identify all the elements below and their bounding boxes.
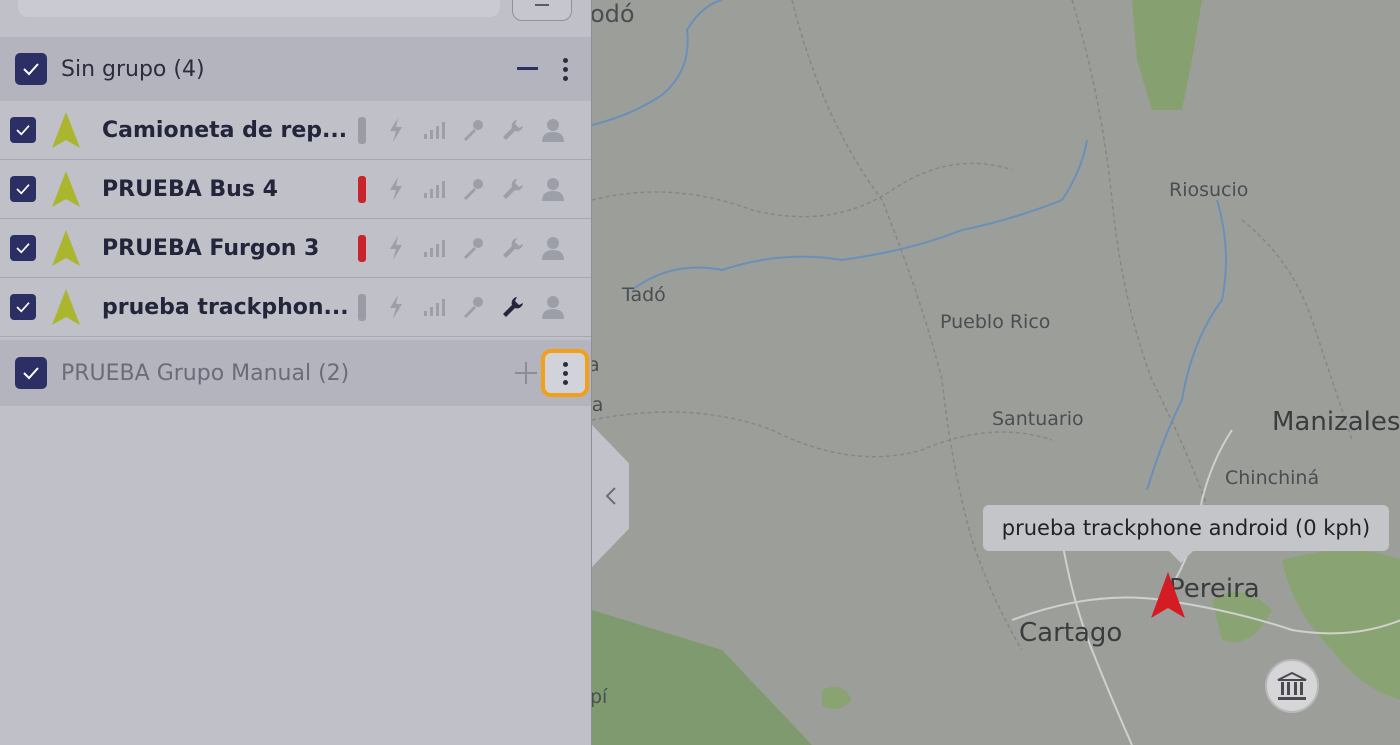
vehicle-arrow-icon xyxy=(52,112,80,148)
group-title: PRUEBA Grupo Manual (2) xyxy=(61,360,350,386)
device-name: prueba trackphon... xyxy=(102,294,349,320)
device-row[interactable]: PRUEBA Furgon 3 xyxy=(0,219,591,278)
collapse-group-button[interactable] xyxy=(517,67,538,70)
group-header-prueba-grupo-manual[interactable]: PRUEBA Grupo Manual (2) xyxy=(0,340,591,406)
device-row[interactable]: prueba trackphon... xyxy=(0,278,591,337)
ignition-key-icon xyxy=(458,174,488,204)
place-label: Pueblo Rico xyxy=(940,311,1051,333)
driver-icon xyxy=(538,292,568,322)
signal-icon xyxy=(420,233,450,263)
device-checkbox[interactable] xyxy=(10,235,36,261)
ignition-key-icon xyxy=(458,292,488,322)
wrench-icon xyxy=(498,233,528,263)
power-icon xyxy=(381,174,411,204)
add-icon xyxy=(535,4,549,6)
place-label: Chinchiná xyxy=(1225,467,1320,489)
place-label: pí xyxy=(591,686,608,708)
check-icon xyxy=(16,184,30,195)
power-icon xyxy=(381,292,411,322)
expand-group-button[interactable] xyxy=(515,362,537,384)
group-title: Sin grupo (4) xyxy=(61,56,205,82)
ignition-key-icon xyxy=(458,115,488,145)
place-label: odó xyxy=(591,0,635,28)
wrench-icon-active xyxy=(498,292,528,322)
group-menu-button[interactable] xyxy=(554,54,576,84)
device-sidebar: Sin grupo (4) Camioneta de rep... PRUEBA… xyxy=(0,0,591,745)
device-row[interactable]: PRUEBA Bus 4 xyxy=(0,160,591,219)
map-view[interactable]: odó Riosucio Tadó Pueblo Rico a ra Santu… xyxy=(591,0,1400,745)
check-icon xyxy=(23,63,39,76)
device-row[interactable]: Camioneta de rep... xyxy=(0,101,591,160)
group-checkbox[interactable] xyxy=(15,53,47,85)
ignition-key-icon xyxy=(458,233,488,263)
wrench-icon xyxy=(498,174,528,204)
device-name: PRUEBA Furgon 3 xyxy=(102,235,320,261)
place-label: Santuario xyxy=(992,408,1084,430)
place-label: Cartago xyxy=(1019,618,1123,648)
status-bar xyxy=(358,176,366,203)
signal-icon xyxy=(420,292,450,322)
add-button[interactable] xyxy=(512,0,572,21)
device-checkbox[interactable] xyxy=(10,176,36,202)
vehicle-marker-icon[interactable] xyxy=(1151,572,1185,618)
group-header-sin-grupo[interactable]: Sin grupo (4) xyxy=(0,37,591,101)
vehicle-arrow-icon xyxy=(52,289,80,325)
chevron-left-icon xyxy=(605,487,616,505)
vehicle-arrow-icon xyxy=(52,171,80,207)
vehicle-arrow-icon xyxy=(52,230,80,266)
place-label: a xyxy=(592,354,600,376)
status-bar xyxy=(358,235,366,262)
search-input[interactable] xyxy=(18,0,500,17)
place-label: ra xyxy=(591,394,604,416)
check-icon xyxy=(16,243,30,254)
place-label: Tadó xyxy=(622,284,666,306)
group-menu-button-focused[interactable] xyxy=(541,349,589,397)
wrench-icon xyxy=(498,115,528,145)
signal-icon xyxy=(420,174,450,204)
place-label: Manizales xyxy=(1272,407,1400,437)
group-checkbox[interactable] xyxy=(15,357,47,389)
power-icon xyxy=(381,115,411,145)
device-checkbox[interactable] xyxy=(10,294,36,320)
driver-icon xyxy=(538,115,568,145)
museum-poi-icon[interactable] xyxy=(1265,659,1319,713)
check-icon xyxy=(16,302,30,313)
map-base-layer xyxy=(592,0,1400,745)
driver-icon xyxy=(538,233,568,263)
place-label: Riosucio xyxy=(1169,179,1249,201)
vehicle-tooltip: prueba trackphone android (0 kph) xyxy=(983,505,1389,563)
check-icon xyxy=(16,125,30,136)
power-icon xyxy=(381,233,411,263)
status-bar xyxy=(358,117,366,144)
check-icon xyxy=(23,367,39,380)
status-bar xyxy=(358,294,366,321)
device-checkbox[interactable] xyxy=(10,117,36,143)
device-name: PRUEBA Bus 4 xyxy=(102,176,278,202)
driver-icon xyxy=(538,174,568,204)
device-name: Camioneta de rep... xyxy=(102,117,348,143)
signal-icon xyxy=(420,115,450,145)
